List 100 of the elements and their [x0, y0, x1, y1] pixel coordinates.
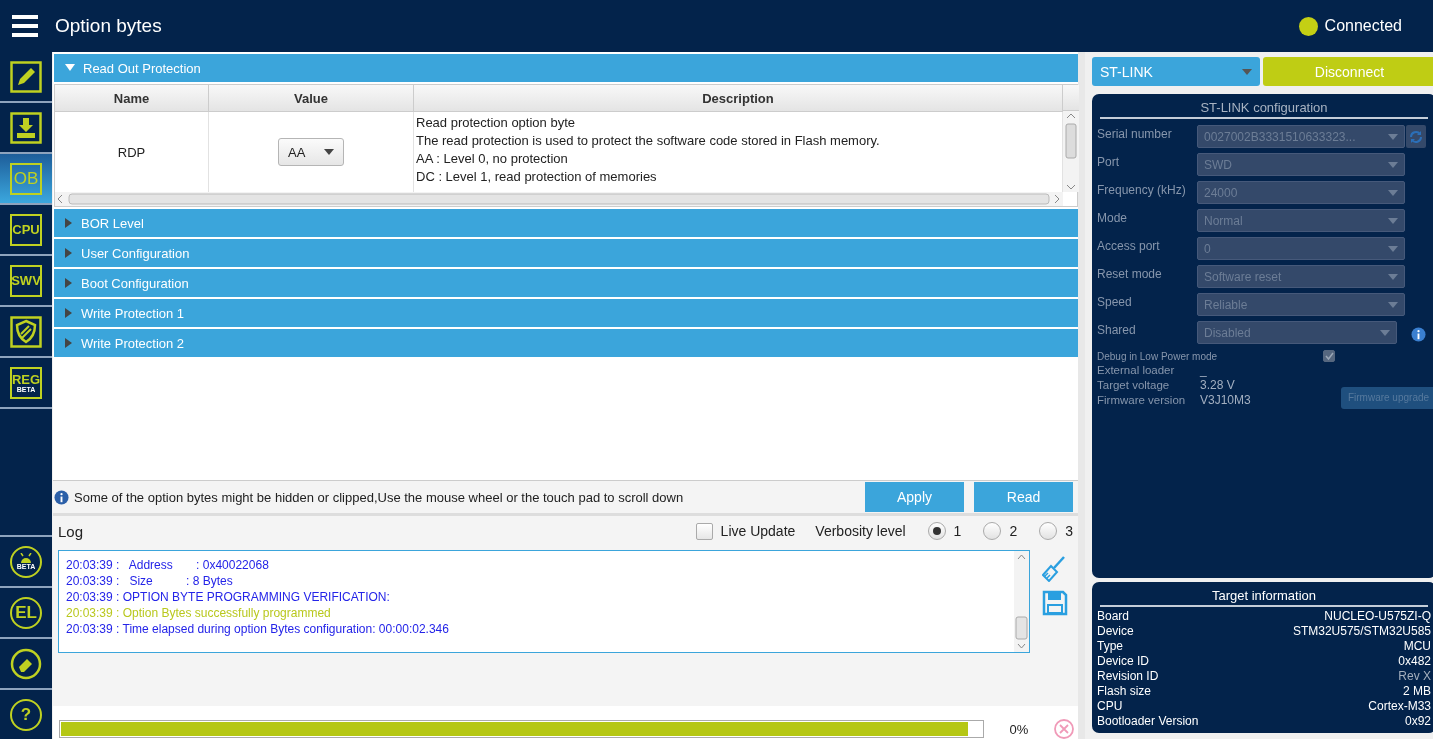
checkbox[interactable] — [1323, 350, 1335, 362]
caret-icon — [65, 248, 73, 258]
field-label: Reset mode — [1097, 266, 1163, 281]
info-value: 0x482 — [1398, 654, 1431, 669]
info-label: CPU — [1097, 699, 1123, 714]
select-field[interactable]: Normal — [1197, 209, 1405, 232]
field-label: Access port — [1097, 238, 1161, 253]
info-label: Bootloader Version — [1097, 714, 1199, 729]
checkbox[interactable] — [695, 522, 713, 540]
interface-dropdown[interactable]: ST-LINK — [1092, 57, 1260, 86]
info-label: Type — [1097, 639, 1123, 654]
column-header: Value — [209, 85, 414, 111]
info-value: _ — [1200, 363, 1207, 378]
section-header[interactable]: Read Out Protection — [54, 54, 1078, 82]
log-line: 20:03:39 : Size : 8 Bytes — [66, 573, 234, 589]
scrollbar[interactable] — [1063, 111, 1079, 192]
disconnect-button[interactable]: Disconnect — [1263, 57, 1433, 86]
info-icon[interactable] — [1411, 327, 1426, 342]
info-value: NUCLEO-U575ZI-Q — [1324, 609, 1431, 624]
section-header[interactable]: Write Protection 1 — [54, 299, 1078, 327]
caret-icon — [1388, 245, 1398, 252]
info-value: V3J10M3 — [1200, 393, 1251, 408]
log-line: 20:03:39 : Time elapsed during option Bytes configuration: 00:00:02.346 — [66, 621, 450, 637]
info-value: STM32U575/STM32U585 — [1292, 624, 1431, 639]
field-label: Port — [1097, 154, 1120, 169]
radio-label: 3 — [1065, 523, 1073, 539]
field-label: Speed — [1097, 294, 1133, 309]
value-dropdown[interactable]: AA — [278, 138, 344, 166]
column-header: Description — [414, 85, 1063, 111]
caret-icon — [65, 338, 73, 348]
caret-icon — [1388, 273, 1398, 280]
info-value: 0x92 — [1404, 714, 1431, 729]
caret-icon — [1388, 217, 1398, 224]
select-field[interactable]: 24000 — [1197, 181, 1405, 204]
info-label: Device ID — [1097, 654, 1149, 669]
info-label: Target voltage — [1097, 378, 1171, 393]
radio-button[interactable] — [927, 522, 946, 540]
sidebar-button[interactable]: OB — [0, 154, 52, 205]
scrollbar[interactable] — [1014, 551, 1029, 652]
select-field[interactable]: Software reset — [1197, 265, 1405, 288]
field-label: Mode — [1097, 210, 1129, 225]
page-title: Option bytes — [55, 15, 162, 37]
info-label: Flash size — [1097, 684, 1152, 699]
caret-icon — [1388, 301, 1398, 308]
select-field[interactable]: Disabled — [1197, 321, 1397, 344]
section-header[interactable]: Write Protection 2 — [54, 329, 1078, 357]
eraser-icon — [10, 647, 42, 680]
save-icon[interactable] — [1042, 590, 1068, 616]
scrollbar[interactable] — [55, 192, 1063, 206]
cancel-icon[interactable] — [1054, 719, 1074, 739]
radio-button[interactable] — [983, 522, 1002, 540]
select-field[interactable]: SWD — [1197, 153, 1405, 176]
info-label: Revision ID — [1097, 669, 1159, 684]
log-line: 20:03:39 : OPTION BYTE PROGRAMMING VERIFICATION: — [66, 589, 391, 605]
checkbox-label: Debug in Low Power mode — [1097, 350, 1218, 362]
shield-icon — [10, 315, 42, 348]
section-header[interactable]: User Configuration — [54, 239, 1078, 267]
caret-icon — [65, 64, 75, 72]
pencil-icon — [10, 60, 42, 93]
info-label: Firmware version — [1097, 393, 1187, 408]
info-label: External loader — [1097, 363, 1176, 378]
action-button[interactable]: Apply — [865, 482, 964, 512]
select-field[interactable]: Reliable — [1197, 293, 1405, 316]
section-header[interactable]: BOR Level — [54, 209, 1078, 237]
caret-icon — [1380, 329, 1390, 336]
radio-label: 1 — [953, 523, 962, 539]
action-button[interactable]: Read — [974, 482, 1073, 512]
checkbox-label: Live Update — [720, 523, 796, 539]
info-label: Device — [1097, 624, 1134, 639]
field-label: Serial number — [1097, 126, 1173, 141]
radio-button[interactable] — [1039, 522, 1058, 540]
select-field[interactable]: 0027002B3331510633323... — [1197, 125, 1405, 148]
caret-icon — [324, 149, 334, 155]
verbosity-label: Verbosity level — [815, 523, 906, 539]
refresh-button[interactable] — [1406, 125, 1426, 148]
log-line: 20:03:39 : Option Bytes successfully programmed — [66, 605, 332, 621]
panel-title: Target information — [1100, 588, 1428, 607]
status-label: Connected — [1324, 17, 1402, 35]
section-header[interactable]: Boot Configuration — [54, 269, 1078, 297]
info-value: Rev X — [1398, 669, 1431, 684]
info-message: Some of the option bytes might be hidden or clipped,Use the mouse wheel or the touch pad to scroll down — [74, 489, 685, 505]
info-value: MCU — [1403, 639, 1431, 654]
column-header: Name — [55, 85, 209, 111]
radio-label: 2 — [1009, 523, 1018, 539]
caret-icon — [1388, 133, 1398, 140]
table-cell: RDP — [117, 144, 146, 160]
caret-icon — [1388, 189, 1398, 196]
panel-title: ST-LINK configuration — [1100, 100, 1428, 119]
bug-icon — [18, 553, 34, 563]
info-value: 3.28 V — [1200, 378, 1235, 393]
log-line: 20:03:39 : Address : 0x40022068 — [66, 557, 270, 573]
info-label: Board — [1097, 609, 1130, 624]
info-value: 2 MB — [1403, 684, 1431, 699]
menu-icon[interactable] — [12, 15, 38, 37]
log-title: Log — [58, 522, 85, 540]
refresh-icon — [1409, 129, 1423, 144]
broom-icon[interactable] — [1042, 556, 1066, 582]
info-value: Cortex-M33 — [1368, 699, 1431, 714]
caret-icon — [65, 218, 73, 228]
progress-reading: 0% — [1008, 721, 1030, 737]
